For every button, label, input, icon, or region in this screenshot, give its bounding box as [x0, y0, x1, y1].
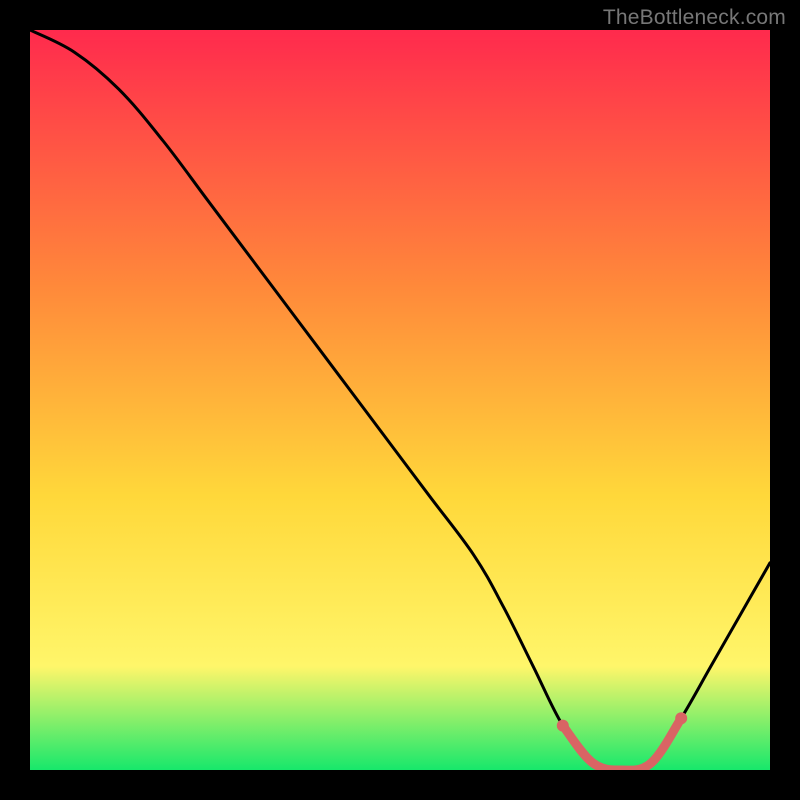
highlight-endpoint-dot — [675, 712, 687, 724]
watermark-text: TheBottleneck.com — [603, 6, 786, 30]
gradient-background — [30, 30, 770, 770]
chart-frame — [30, 30, 770, 770]
highlight-endpoint-dot — [557, 720, 569, 732]
bottleneck-chart — [30, 30, 770, 770]
